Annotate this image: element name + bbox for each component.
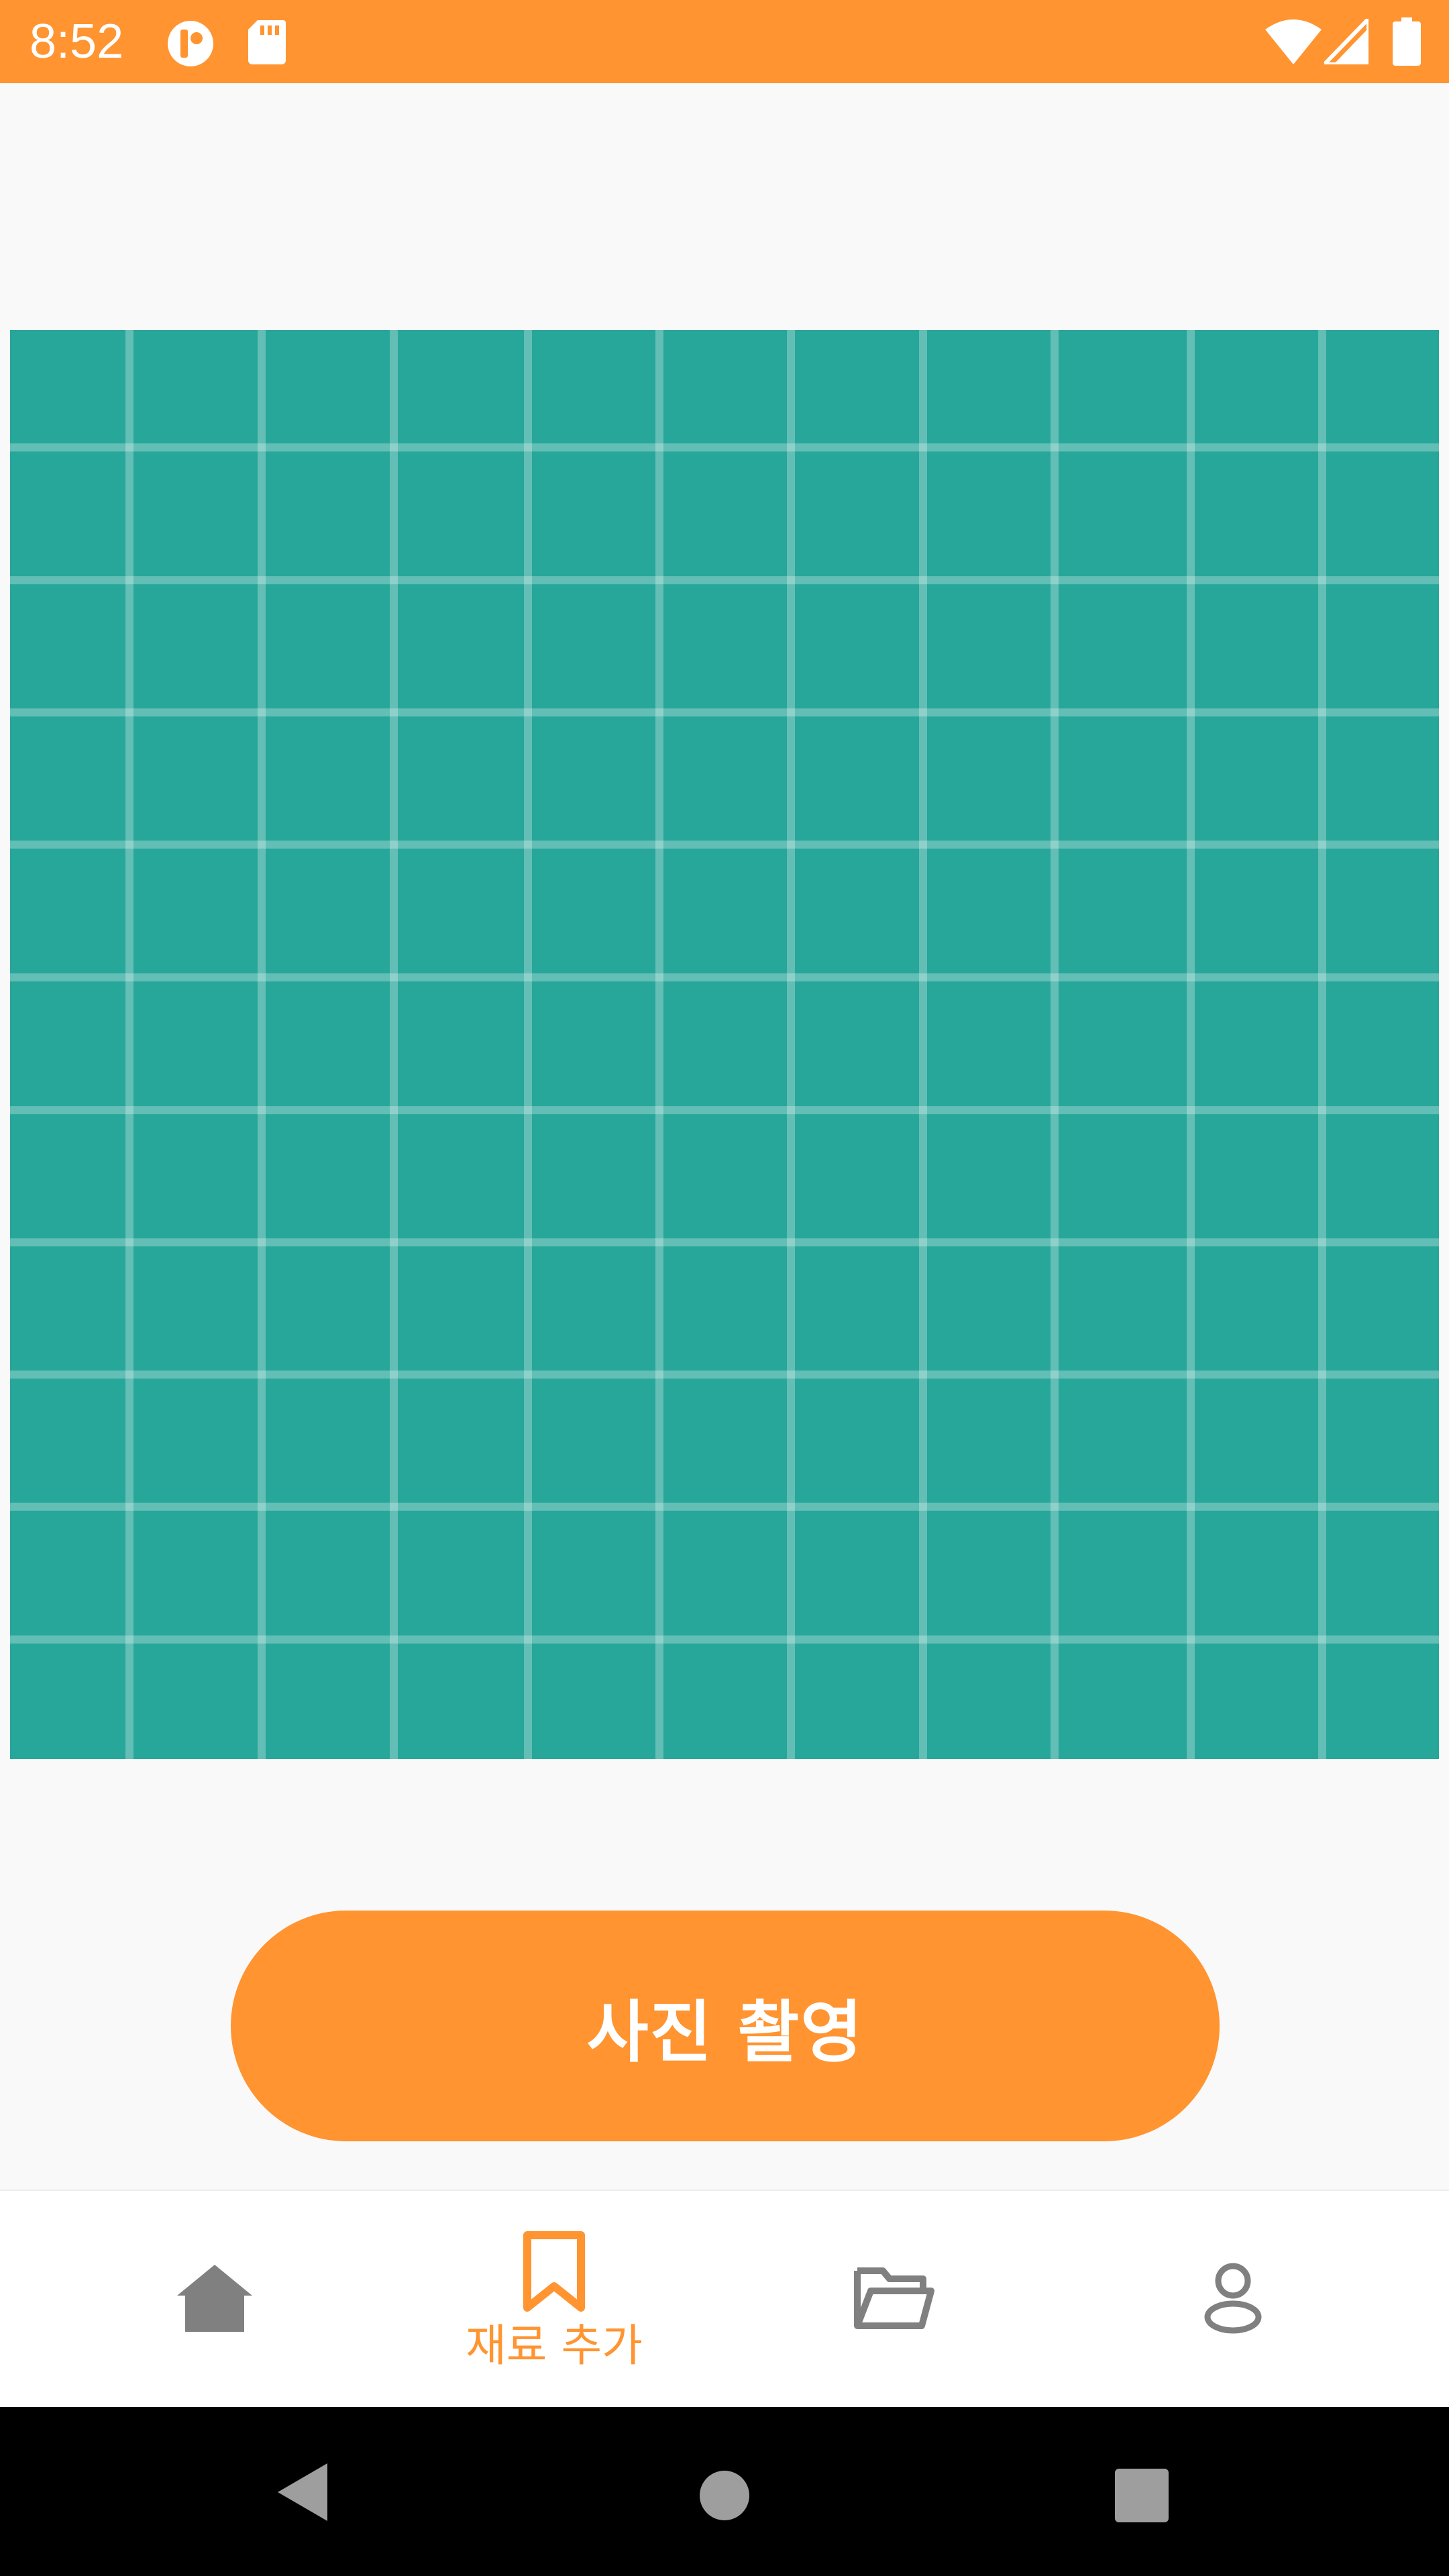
system-navigation-bar — [0, 2407, 1449, 2576]
grid-line-vertical — [1187, 330, 1195, 1759]
grid-line-vertical — [258, 330, 266, 1759]
recents-icon[interactable] — [1115, 2469, 1169, 2525]
folder-icon — [852, 2264, 935, 2334]
grid-line-vertical — [125, 330, 133, 1759]
grid-line-horizontal — [10, 1371, 1439, 1379]
grid-line-horizontal — [10, 1503, 1439, 1511]
profile-icon — [1202, 2261, 1264, 2337]
nav-item-add-ingredient[interactable]: 재료 추가 — [373, 2191, 735, 2407]
bookmark-icon — [521, 2230, 588, 2316]
home-button[interactable] — [699, 2470, 750, 2524]
nav-item-folder[interactable] — [712, 2191, 1075, 2407]
grid-line-horizontal — [10, 1106, 1439, 1114]
grid-line-horizontal — [10, 841, 1439, 849]
grid-line-vertical — [390, 330, 398, 1759]
grid-line-vertical — [655, 330, 663, 1759]
grid-line-horizontal — [10, 1635, 1439, 1644]
capture-photo-button[interactable]: 사진 촬영 — [231, 1911, 1220, 2141]
battery-icon — [1393, 17, 1421, 68]
bottom-navigation: 재료 추가 — [0, 2190, 1449, 2407]
nav-item-profile[interactable] — [1052, 2191, 1414, 2407]
grid-line-horizontal — [10, 1238, 1439, 1246]
status-bar: 8:52 — [0, 0, 1449, 83]
nav-item-home[interactable] — [34, 2191, 396, 2407]
grid-overlay — [10, 330, 1439, 1759]
wifi-icon — [1265, 19, 1322, 67]
grid-line-horizontal — [10, 708, 1439, 716]
grid-line-horizontal — [10, 576, 1439, 584]
cellular-signal-icon — [1319, 13, 1371, 67]
status-time: 8:52 — [30, 15, 124, 68]
grid-line-vertical — [1051, 330, 1059, 1759]
home-icon — [174, 2261, 255, 2337]
grid-line-vertical — [919, 330, 927, 1759]
grid-line-horizontal — [10, 443, 1439, 451]
notification-app-icon — [165, 20, 216, 70]
back-icon[interactable] — [275, 2462, 329, 2525]
sd-card-icon — [248, 20, 286, 67]
camera-preview — [10, 330, 1439, 1759]
grid-line-vertical — [524, 330, 532, 1759]
grid-line-vertical — [787, 330, 795, 1759]
nav-label-add-ingredient: 재료 추가 — [466, 2320, 643, 2371]
grid-line-vertical — [1318, 330, 1326, 1759]
grid-line-horizontal — [10, 973, 1439, 981]
